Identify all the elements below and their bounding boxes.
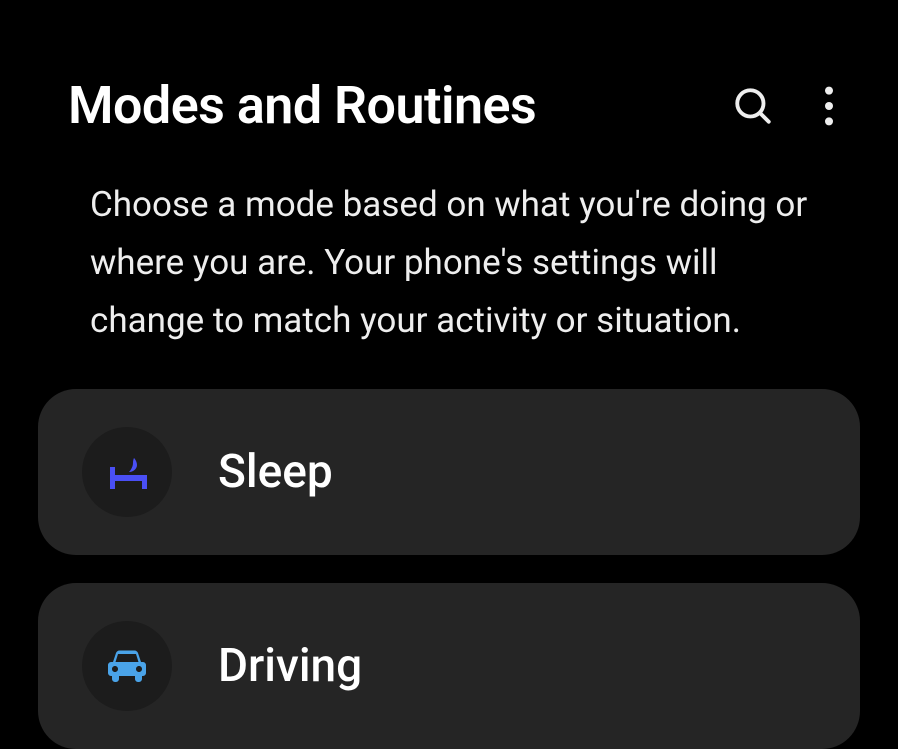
more-options-button[interactable]	[820, 82, 838, 130]
sleep-icon	[102, 447, 152, 497]
mode-label: Driving	[218, 639, 362, 693]
search-icon	[732, 85, 774, 127]
header: Modes and Routines	[0, 0, 898, 176]
mode-card-sleep[interactable]: Sleep	[38, 389, 860, 555]
header-actions	[728, 81, 838, 131]
mode-icon-wrapper	[82, 621, 172, 711]
mode-card-driving[interactable]: Driving	[38, 583, 860, 749]
mode-label: Sleep	[218, 445, 333, 499]
mode-icon-wrapper	[82, 427, 172, 517]
page-title: Modes and Routines	[68, 75, 536, 136]
modes-list: Sleep Driving	[0, 389, 898, 749]
page-description: Choose a mode based on what you're doing…	[0, 176, 898, 389]
car-icon	[101, 640, 153, 692]
more-vertical-icon	[824, 86, 834, 126]
search-button[interactable]	[728, 81, 778, 131]
